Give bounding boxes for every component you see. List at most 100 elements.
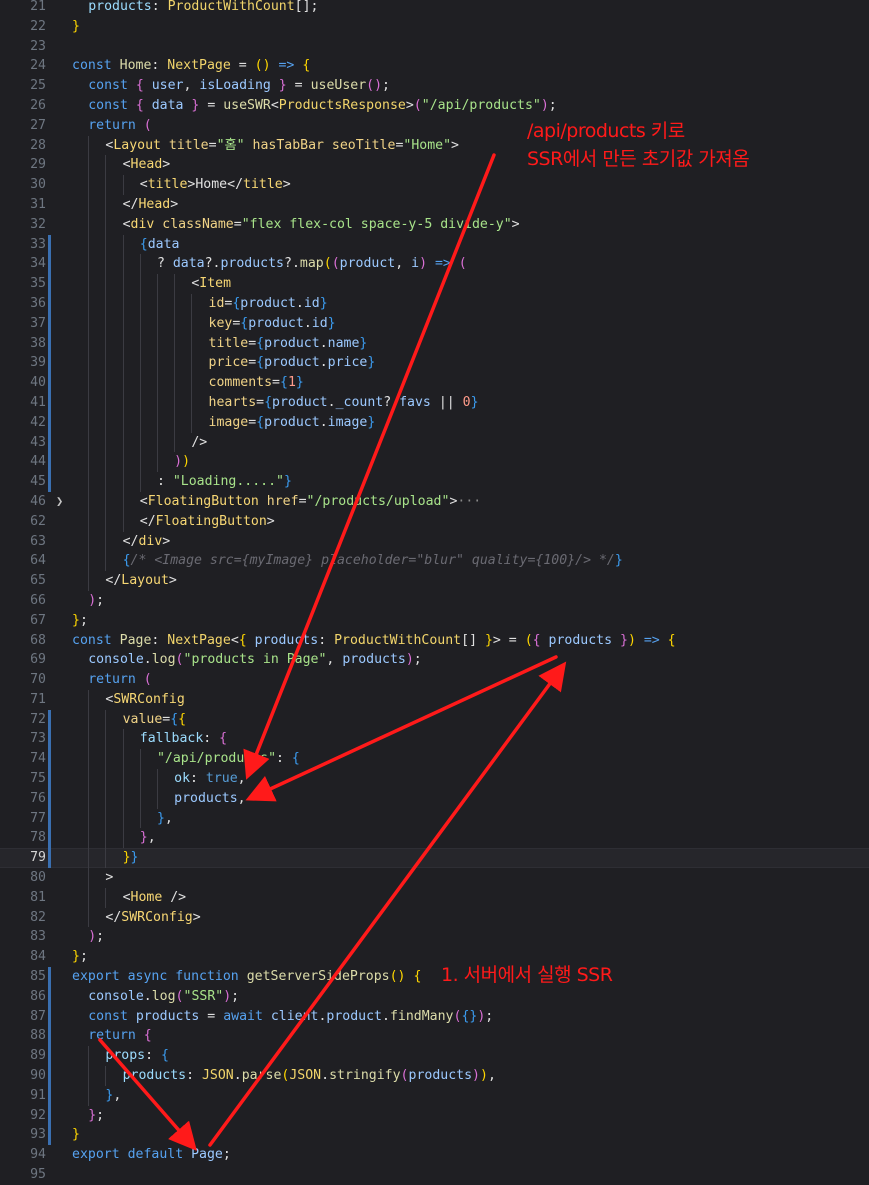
indent-guide: [72, 532, 88, 552]
code-line[interactable]: 69 console.log("products in Page", produc…: [0, 650, 869, 670]
indent-guide: [105, 155, 122, 176]
code-token: > =: [492, 632, 525, 648]
code-line[interactable]: 23: [0, 37, 869, 57]
code-line[interactable]: 74 "/api/products": {: [0, 749, 869, 770]
code-token: }: [470, 394, 479, 410]
code-line[interactable]: 64 {/* <Image src={myImage} placeholder="…: [0, 551, 869, 572]
indent-guide: [139, 392, 157, 413]
code-line[interactable]: 24 const Home: NextPage = () => {: [0, 56, 869, 76]
code-line[interactable]: 89 props: {: [0, 1046, 869, 1067]
code-line[interactable]: 70 return (: [0, 670, 869, 690]
code-line[interactable]: 41 hearts={product._count?.favs || 0}: [0, 392, 869, 413]
code-token: ;: [79, 949, 88, 965]
code-line[interactable]: 68 const Page: NextPage<{ products: Produ…: [0, 631, 869, 651]
code-token: await: [223, 1008, 271, 1024]
indent-guide: [122, 788, 140, 809]
code-line[interactable]: 21 products: ProductWithCount[];: [0, 0, 869, 17]
code-line[interactable]: 40 comments={1}: [0, 373, 869, 393]
code-line[interactable]: 78},: [0, 828, 869, 849]
code-line[interactable]: 80 >: [0, 868, 869, 888]
code-text: hearts={product._count?.favs || 0}: [72, 392, 479, 413]
indent-guide: [191, 353, 208, 374]
code-token: >: [451, 137, 459, 153]
indent-guide: [139, 432, 157, 453]
indent-guide: [191, 373, 208, 393]
indent-guide: [105, 333, 122, 354]
code-token: image: [208, 414, 249, 430]
code-line[interactable]: 66);: [0, 591, 869, 611]
code-line[interactable]: 65 </Layout>: [0, 571, 869, 591]
code-token: (): [254, 58, 271, 74]
line-number: 67: [30, 612, 46, 628]
code-text: </div>: [72, 531, 170, 552]
code-token: Page: [191, 1147, 223, 1163]
code-line[interactable]: 33 {data: [0, 234, 869, 255]
code-line[interactable]: 26 const { data } = useSWR<ProductsRespon…: [0, 96, 869, 116]
code-line[interactable]: 93}: [0, 1125, 869, 1145]
code-line[interactable]: 63 </div>: [0, 531, 869, 552]
indent-guide: [72, 433, 88, 453]
code-line[interactable]: 37 key={product.id}: [0, 313, 869, 334]
indent-guide: [88, 254, 105, 275]
code-editor[interactable]: 21 products: ProductWithCount[]; 22} 23 24 co…: [0, 0, 869, 1185]
code-token: console: [88, 652, 144, 668]
code-line[interactable]: 90 products: JSON.parse(JSON.stringify(pr…: [0, 1066, 869, 1086]
code-token: }: [283, 474, 292, 490]
code-line[interactable]: 86 console.log("SSR");: [0, 987, 869, 1007]
code-line[interactable]: 82 </SWRConfig>: [0, 907, 869, 928]
indent-guide: [122, 729, 140, 750]
code-line[interactable]: 84};: [0, 947, 869, 967]
code-line[interactable]: 34? data?.products?.map((product, i) => …: [0, 254, 869, 275]
code-line[interactable]: 30 <title>Home</title>: [0, 175, 869, 195]
code-line[interactable]: 88 return {: [0, 1026, 869, 1046]
code-line[interactable]: 79}}: [0, 848, 869, 869]
indent-guide: [156, 769, 174, 789]
code-line[interactable]: 22}: [0, 17, 869, 37]
code-text: products,: [72, 788, 246, 809]
code-line[interactable]: 45: "Loading....."}: [0, 472, 869, 492]
code-line[interactable]: 72 value={{: [0, 709, 869, 730]
code-line[interactable]: 44)): [0, 452, 869, 473]
code-line[interactable]: 71 <SWRConfig: [0, 689, 869, 710]
code-line[interactable]: 75 ok: true,: [0, 769, 869, 789]
code-line[interactable]: 67};: [0, 611, 869, 631]
code-line[interactable]: 31 </Head>: [0, 194, 869, 215]
code-line[interactable]: 42 image={product.image}: [0, 412, 869, 433]
code-line[interactable]: 76 products,: [0, 788, 869, 809]
code-line[interactable]: 43 />: [0, 432, 869, 453]
fold-chevron-icon[interactable]: ❯: [56, 492, 63, 512]
code-line[interactable]: 83);: [0, 927, 869, 947]
code-token: {: [256, 335, 265, 351]
indent-guide: [88, 1046, 105, 1067]
code-line[interactable]: 39 price={product.price}: [0, 353, 869, 374]
code-line[interactable]: 38 title={product.name}: [0, 333, 869, 354]
code-line[interactable]: 27 return (: [0, 116, 869, 136]
code-line[interactable]: 46 ❯ <FloatingButton href="/products/uploa…: [0, 491, 869, 512]
code-line[interactable]: 94 export default Page;: [0, 1145, 869, 1165]
code-line[interactable]: 95: [0, 1165, 869, 1185]
indent-guide: [105, 293, 122, 314]
indent-guide: [191, 333, 208, 354]
code-line[interactable]: 81 <Home />: [0, 887, 869, 908]
code-line[interactable]: 87 const products = await client.product.…: [0, 1007, 869, 1027]
code-line[interactable]: 73 fallback: {: [0, 729, 869, 750]
code-line[interactable]: 62 </FloatingButton>: [0, 511, 869, 532]
code-line[interactable]: 85 export async function getServerSidePro…: [0, 967, 869, 987]
code-token: ): [88, 929, 97, 945]
code-line[interactable]: 25 const { user, isLoading } = useUser();: [0, 76, 869, 96]
indent-guide: [139, 373, 157, 393]
indent-guide: [88, 531, 105, 552]
indent-guide: [122, 234, 140, 255]
code-token: ): [419, 256, 428, 272]
code-token: =>: [427, 256, 459, 272]
code-line[interactable]: 92};: [0, 1106, 869, 1126]
indent-guide: [122, 274, 140, 294]
code-token: "/api/products": [156, 751, 277, 767]
indent-guide: [88, 808, 105, 829]
indent-guide: [88, 392, 105, 413]
code-line[interactable]: 77},: [0, 808, 869, 829]
code-line[interactable]: 35 <Item: [0, 274, 869, 294]
code-line[interactable]: 91},: [0, 1085, 869, 1106]
code-line[interactable]: 32 <div className="flex flex-col space-y-…: [0, 214, 869, 235]
code-line[interactable]: 36 id={product.id}: [0, 293, 869, 314]
